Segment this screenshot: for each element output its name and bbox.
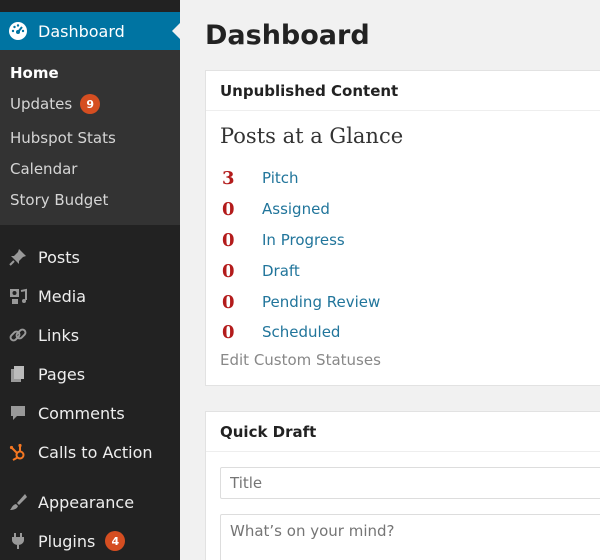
menu-comments[interactable]: Comments	[0, 394, 180, 432]
menu-plugins[interactable]: Plugins 4	[0, 522, 180, 560]
status-row-draft: 0 Draft	[222, 259, 300, 283]
quick-draft-title-input[interactable]	[220, 467, 600, 499]
status-count: 3	[222, 167, 235, 189]
menu-item-label: Appearance	[38, 492, 135, 512]
admin-sidebar: Dashboard Home Updates 9 Hubspot Stats C…	[0, 0, 181, 560]
status-row-scheduled: 0 Scheduled	[222, 320, 340, 344]
submenu-item-updates[interactable]: Updates 9	[10, 94, 101, 114]
menu-dashboard-label: Dashboard	[38, 21, 125, 41]
status-count: 0	[222, 291, 235, 313]
pushpin-icon	[7, 246, 29, 268]
posts-at-a-glance-title: Posts at a Glance	[220, 124, 404, 148]
menu-links[interactable]: Links	[0, 316, 180, 354]
submenu-item-label: Home	[10, 64, 59, 82]
submenu-item-label: Story Budget	[10, 191, 109, 209]
menu-item-label: Links	[38, 325, 80, 345]
submenu-item-home[interactable]: Home	[10, 64, 59, 82]
status-row-pitch: 3 Pitch	[222, 166, 299, 190]
dashboard-submenu: Home Updates 9 Hubspot Stats Calendar St…	[0, 50, 180, 225]
submenu-item-calendar[interactable]: Calendar	[10, 160, 77, 178]
status-row-pending-review: 0 Pending Review	[222, 290, 380, 314]
menu-item-label: Comments	[38, 403, 125, 423]
menu-posts[interactable]: Posts	[0, 238, 180, 276]
media-icon	[7, 285, 29, 307]
status-row-assigned: 0 Assigned	[222, 197, 330, 221]
status-link-pending-review[interactable]: Pending Review	[262, 293, 380, 311]
menu-pages[interactable]: Pages	[0, 355, 180, 393]
menu-item-label: Calls to Action	[38, 442, 153, 462]
status-link-pitch[interactable]: Pitch	[262, 169, 299, 187]
menu-calls-to-action[interactable]: Calls to Action	[0, 433, 180, 471]
plugins-count-badge: 4	[105, 531, 126, 551]
quick-draft-content-textarea[interactable]	[220, 514, 600, 560]
status-count: 0	[222, 321, 235, 343]
submenu-item-label: Hubspot Stats	[10, 129, 116, 147]
status-count: 0	[222, 229, 235, 251]
status-link-draft[interactable]: Draft	[262, 262, 300, 280]
current-menu-arrow	[172, 22, 181, 40]
unpublished-content-widget: Unpublished Content Posts at a Glance 3 …	[205, 70, 600, 386]
menu-appearance[interactable]: Appearance	[0, 483, 180, 521]
updates-count-badge: 9	[80, 94, 101, 114]
widget-header[interactable]: Quick Draft	[206, 412, 600, 452]
submenu-item-hubspot-stats[interactable]: Hubspot Stats	[10, 129, 116, 147]
status-row-in-progress: 0 In Progress	[222, 228, 345, 252]
submenu-item-label: Calendar	[10, 160, 78, 178]
dashboard-gauge-icon	[7, 20, 29, 42]
edit-custom-statuses-link[interactable]: Edit Custom Statuses	[220, 351, 381, 369]
paintbrush-icon	[7, 491, 29, 513]
quick-draft-widget: Quick Draft	[205, 411, 600, 560]
submenu-item-story-budget[interactable]: Story Budget	[10, 191, 108, 209]
plug-icon	[7, 530, 29, 552]
widget-header[interactable]: Unpublished Content	[206, 71, 600, 111]
status-link-assigned[interactable]: Assigned	[262, 200, 330, 218]
pages-icon	[7, 363, 29, 385]
status-count: 0	[222, 260, 235, 282]
hubspot-icon	[7, 441, 29, 463]
page-title: Dashboard	[205, 20, 370, 51]
menu-media[interactable]: Media	[0, 277, 180, 315]
status-count: 0	[222, 198, 235, 220]
menu-item-label: Plugins	[38, 531, 96, 551]
menu-item-label: Posts	[38, 247, 80, 267]
comment-icon	[7, 402, 29, 424]
link-icon	[7, 324, 29, 346]
menu-dashboard[interactable]: Dashboard	[0, 12, 181, 50]
menu-item-label: Media	[38, 286, 87, 306]
menu-item-label: Pages	[38, 364, 86, 384]
submenu-item-label: Updates	[10, 95, 73, 113]
status-link-scheduled[interactable]: Scheduled	[262, 323, 340, 341]
status-link-in-progress[interactable]: In Progress	[262, 231, 345, 249]
